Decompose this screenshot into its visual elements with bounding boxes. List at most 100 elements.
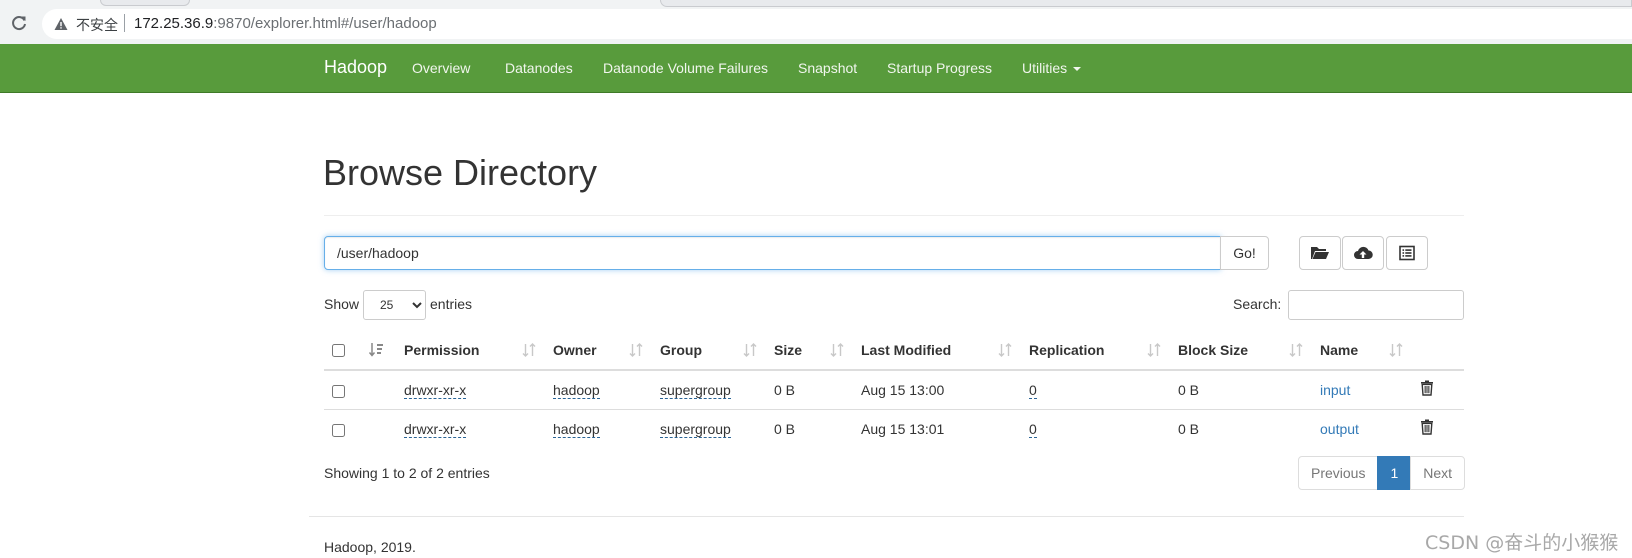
directory-path-input[interactable] — [324, 236, 1221, 270]
reload-icon[interactable] — [10, 14, 28, 32]
select-all-checkbox[interactable] — [332, 344, 345, 358]
browser-tab[interactable] — [100, 0, 190, 6]
row-select-cell — [324, 370, 360, 409]
url-text[interactable]: 172.25.36.9:9870/explorer.html#/user/had… — [134, 15, 437, 32]
name-link[interactable]: input — [1320, 382, 1350, 398]
column-header-owner[interactable]: Owner — [545, 330, 652, 371]
replication-link[interactable]: 0 — [1029, 420, 1037, 438]
title-divider — [324, 215, 1464, 216]
column-header-replication[interactable]: Replication — [1021, 330, 1170, 371]
row-checkbox[interactable] — [332, 384, 345, 398]
trash-icon[interactable] — [1420, 419, 1434, 435]
entries-label: entries — [430, 296, 473, 312]
cell-name: output — [1312, 408, 1412, 448]
column-header-size[interactable]: Size — [766, 330, 853, 371]
caret-down-icon — [1073, 67, 1082, 71]
folder-open-icon — [1311, 247, 1329, 259]
sort-icon — [1289, 343, 1303, 357]
trash-icon[interactable] — [1420, 380, 1434, 396]
nav-datanode-volume-failures[interactable]: Datanode Volume Failures — [603, 60, 768, 76]
page-title: Browse Directory — [323, 152, 598, 193]
address-separator — [124, 14, 125, 32]
browser-tab-active[interactable] — [660, 0, 1632, 7]
nav-snapshot[interactable]: Snapshot — [798, 60, 857, 76]
next-page-button[interactable]: Next — [1410, 456, 1466, 490]
footer-text: Hadoop, 2019. — [324, 539, 416, 555]
table-row: drwxr-xr-x hadoop supergroup 0 B Aug 15 … — [324, 370, 1464, 409]
address-bar[interactable]: 不安全 172.25.36.9:9870/explorer.html#/user… — [42, 9, 1632, 39]
search-label: Search: — [1233, 296, 1282, 312]
sort-icon — [1147, 343, 1161, 357]
upload-files-button[interactable] — [1342, 236, 1384, 270]
column-header-last-modified[interactable]: Last Modified — [853, 330, 1021, 371]
sort-column-header[interactable] — [360, 330, 396, 371]
sort-icon — [998, 343, 1012, 357]
table-header-row: Permission Owner Group Size Last Modifie… — [324, 330, 1464, 371]
row-checkbox[interactable] — [332, 423, 345, 437]
column-header-permission[interactable]: Permission — [396, 330, 545, 371]
cut-paste-button[interactable] — [1386, 236, 1428, 270]
warning-icon[interactable] — [54, 17, 68, 31]
column-label: Permission — [404, 341, 480, 358]
page-1-button[interactable]: 1 — [1377, 456, 1412, 490]
cloud-upload-icon — [1354, 246, 1373, 259]
watermark: CSDN @奋斗的小猴猴 — [1425, 532, 1619, 554]
url-path: :9870/explorer.html#/user/hadoop — [213, 15, 437, 32]
cell-permission: drwxr-xr-x — [396, 370, 545, 409]
cell-block-size: 0 B — [1170, 408, 1312, 448]
entries-per-page-select[interactable]: 25 — [363, 290, 426, 320]
sort-icon — [1389, 343, 1403, 357]
column-label: Group — [660, 341, 702, 358]
row-select-cell — [324, 408, 360, 448]
cell-permission: drwxr-xr-x — [396, 408, 545, 448]
directory-table: Permission Owner Group Size Last Modifie… — [324, 330, 1464, 448]
cell-size: 0 B — [766, 408, 853, 448]
group-link[interactable]: supergroup — [660, 381, 731, 399]
cell-name: input — [1312, 370, 1412, 409]
column-label: Name — [1320, 341, 1359, 358]
sort-icon — [522, 343, 536, 357]
pagination: Previous 1 Next — [1298, 456, 1466, 490]
cell-owner: hadoop — [545, 408, 652, 448]
search-input[interactable] — [1288, 290, 1464, 320]
nav-datanodes[interactable]: Datanodes — [505, 60, 573, 76]
cell-group: supergroup — [652, 370, 766, 409]
table-info: Showing 1 to 2 of 2 entries — [324, 465, 490, 481]
column-header-block-size[interactable]: Block Size — [1170, 330, 1312, 371]
brand-link[interactable]: Hadoop — [324, 57, 387, 78]
group-link[interactable]: supergroup — [660, 420, 731, 438]
previous-page-button[interactable]: Previous — [1298, 456, 1379, 490]
owner-link[interactable]: hadoop — [553, 381, 600, 399]
sort-icon — [830, 343, 844, 357]
permission-link[interactable]: drwxr-xr-x — [404, 420, 467, 438]
table-row: drwxr-xr-x hadoop supergroup 0 B Aug 15 … — [324, 408, 1464, 448]
browser-toolbar: 不安全 172.25.36.9:9870/explorer.html#/user… — [0, 0, 1632, 44]
create-directory-button[interactable] — [1299, 236, 1341, 270]
permission-link[interactable]: drwxr-xr-x — [404, 381, 467, 399]
cell-size: 0 B — [774, 381, 796, 398]
directory-table-container: Permission Owner Group Size Last Modifie… — [324, 330, 1464, 448]
nav-overview[interactable]: Overview — [412, 60, 470, 76]
cell-owner: hadoop — [545, 370, 652, 409]
cell-actions — [1412, 408, 1464, 448]
cell-block-size: 0 B — [1178, 381, 1200, 398]
go-button[interactable]: Go! — [1220, 236, 1269, 270]
replication-link[interactable]: 0 — [1029, 381, 1037, 399]
sort-icon — [743, 343, 757, 357]
row-spacer-cell — [360, 370, 396, 409]
column-header-name[interactable]: Name — [1312, 330, 1412, 371]
nav-startup-progress[interactable]: Startup Progress — [887, 60, 992, 76]
name-link[interactable]: output — [1320, 421, 1359, 437]
security-label[interactable]: 不安全 — [76, 15, 118, 35]
sort-amount-icon — [368, 343, 383, 357]
actions-column-header — [1412, 330, 1464, 371]
url-host: 172.25.36.9 — [134, 15, 214, 32]
column-label: Last Modified — [861, 341, 952, 358]
sort-icon — [629, 343, 643, 357]
cell-last-modified: Aug 15 13:01 — [853, 408, 1021, 448]
owner-link[interactable]: hadoop — [553, 420, 600, 438]
nav-utilities-label: Utilities — [1022, 60, 1068, 76]
nav-utilities-dropdown[interactable]: Utilities — [1022, 60, 1082, 76]
top-navbar: Hadoop Overview Datanodes Datanode Volum… — [0, 44, 1632, 93]
column-header-group[interactable]: Group — [652, 330, 766, 371]
